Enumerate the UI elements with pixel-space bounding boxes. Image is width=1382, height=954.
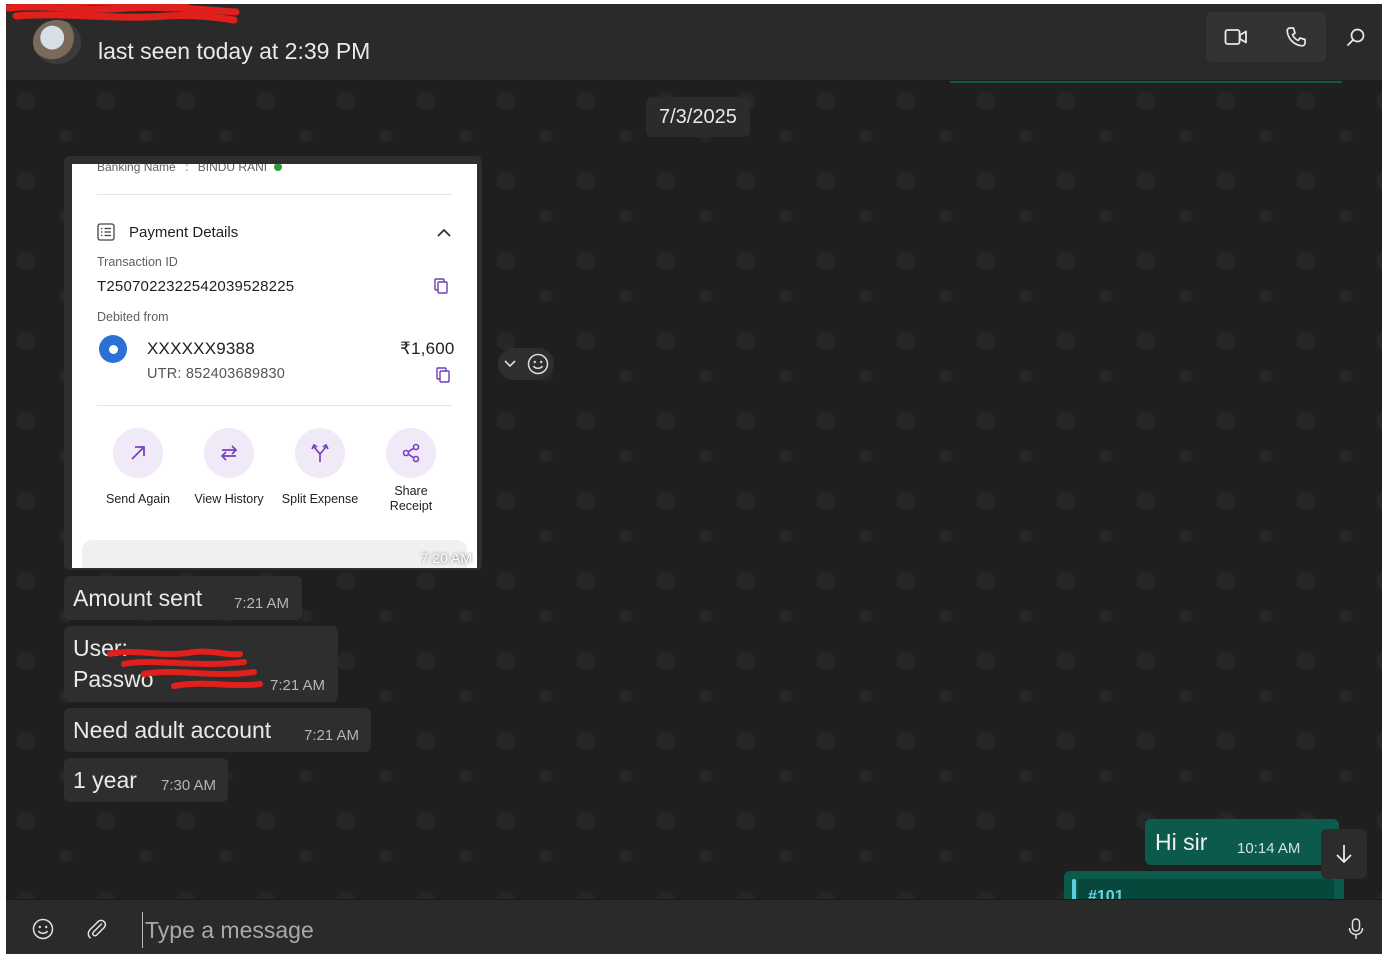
transaction-id-label: Transaction ID — [97, 255, 178, 269]
message-list[interactable]: 7/3/2025 Banking Name : BINDU RANI Payme… — [6, 81, 1382, 899]
redaction-scribble — [107, 648, 263, 689]
payment-details-header: Payment Details — [97, 217, 451, 247]
payment-details-title: Payment Details — [129, 223, 239, 241]
utr-value: UTR: 852403689830 — [147, 366, 286, 382]
bank-logo-icon — [99, 335, 127, 363]
message-input[interactable] — [142, 912, 1297, 948]
message-time: 7:21 AM — [234, 595, 290, 612]
chevron-up-icon — [437, 228, 451, 237]
transaction-id-value: T2507022322542039528225 — [97, 278, 295, 295]
share-receipt-action: Share Receipt — [366, 428, 456, 514]
amount-value: ₹1,600 — [400, 339, 455, 358]
message-time: 7:21 AM — [304, 727, 360, 744]
call-buttons-group — [1206, 12, 1326, 62]
search-icon — [1346, 27, 1366, 47]
outgoing-message[interactable]: Hi sir 10:14 AM — [1145, 819, 1339, 865]
share-icon — [386, 428, 436, 478]
video-call-button[interactable] — [1206, 12, 1266, 62]
arrow-up-right-icon — [113, 428, 163, 478]
receipt-list-icon — [97, 223, 115, 241]
message-time: 7:30 AM — [161, 777, 217, 794]
microphone-icon — [1348, 918, 1364, 940]
redaction-scribble — [6, 4, 240, 24]
split-expense-action: Split Expense — [275, 428, 365, 507]
message-text: Hi sir — [1155, 829, 1208, 855]
banking-name-row: Banking Name : BINDU RANI — [97, 164, 283, 174]
account-number: XXXXXX9388 — [147, 339, 255, 358]
incoming-message[interactable]: Need adult account 7:21 AM — [64, 708, 371, 752]
scroll-to-bottom-button[interactable] — [1321, 829, 1367, 879]
arrow-down-icon — [1334, 843, 1354, 865]
message-text: Amount sent — [73, 585, 203, 611]
last-seen-status: last seen today at 2:39 PM — [98, 38, 371, 64]
copy-icon — [436, 367, 450, 383]
payment-receipt-screenshot[interactable]: Banking Name : BINDU RANI Payment Detail… — [72, 164, 477, 568]
action-label: Send Again — [106, 492, 170, 506]
swap-arrows-icon — [204, 428, 254, 478]
split-arrows-icon — [295, 428, 345, 478]
message-time: 7:21 AM — [270, 677, 326, 694]
attach-button[interactable] — [80, 912, 114, 946]
banking-name-value: BINDU RANI — [197, 164, 268, 174]
paperclip-icon — [86, 918, 108, 940]
debited-from-label: Debited from — [97, 310, 169, 324]
cropped-row — [82, 540, 467, 568]
pinned-indicator-line — [950, 81, 1342, 83]
divider — [97, 194, 452, 195]
quoted-message[interactable]: #101 — [1078, 879, 1334, 899]
search-button[interactable] — [1336, 14, 1376, 60]
outgoing-reply-message[interactable]: #101 — [1064, 871, 1344, 899]
video-call-icon — [1224, 27, 1248, 47]
copy-icon — [434, 278, 448, 294]
message-text: 1 year — [73, 767, 137, 793]
incoming-message[interactable]: Amount sent 7:21 AM — [64, 576, 302, 620]
chevron-down-icon[interactable] — [503, 360, 516, 368]
action-label: View History — [194, 492, 264, 506]
action-label: Share Receipt — [389, 484, 433, 513]
image-message[interactable]: Banking Name : BINDU RANI Payment Detail… — [64, 156, 482, 570]
message-text: Need adult account — [73, 717, 272, 743]
verified-icon — [274, 164, 283, 171]
banking-name-label: Banking Name — [97, 164, 176, 174]
view-history-action: View History — [184, 428, 274, 507]
message-actions[interactable] — [498, 348, 554, 380]
emoji-button[interactable] — [26, 912, 60, 946]
date-separator: 7/3/2025 — [646, 97, 750, 137]
divider — [97, 405, 452, 406]
incoming-message[interactable]: User: Passwo 7:21 AM — [64, 626, 338, 702]
emoji-icon — [32, 918, 54, 940]
send-again-action: Send Again — [93, 428, 183, 507]
message-composer — [6, 899, 1382, 954]
whatsapp-window: last seen today at 2:39 PM 7/3/2025 Bank… — [6, 4, 1382, 954]
message-time: 7:20 AM — [420, 550, 472, 566]
emoji-reaction-icon[interactable] — [527, 353, 549, 375]
voice-call-button[interactable] — [1266, 12, 1326, 62]
message-time: 10:14 AM — [1237, 840, 1301, 857]
quote-bar — [1072, 879, 1076, 899]
action-label: Split Expense — [281, 492, 359, 506]
voice-message-button[interactable] — [1339, 912, 1373, 946]
incoming-message[interactable]: 1 year 7:30 AM — [64, 758, 228, 802]
voice-call-icon — [1285, 26, 1307, 48]
quoted-text: #101 — [1088, 888, 1124, 899]
banking-name-sep: : — [185, 164, 189, 174]
